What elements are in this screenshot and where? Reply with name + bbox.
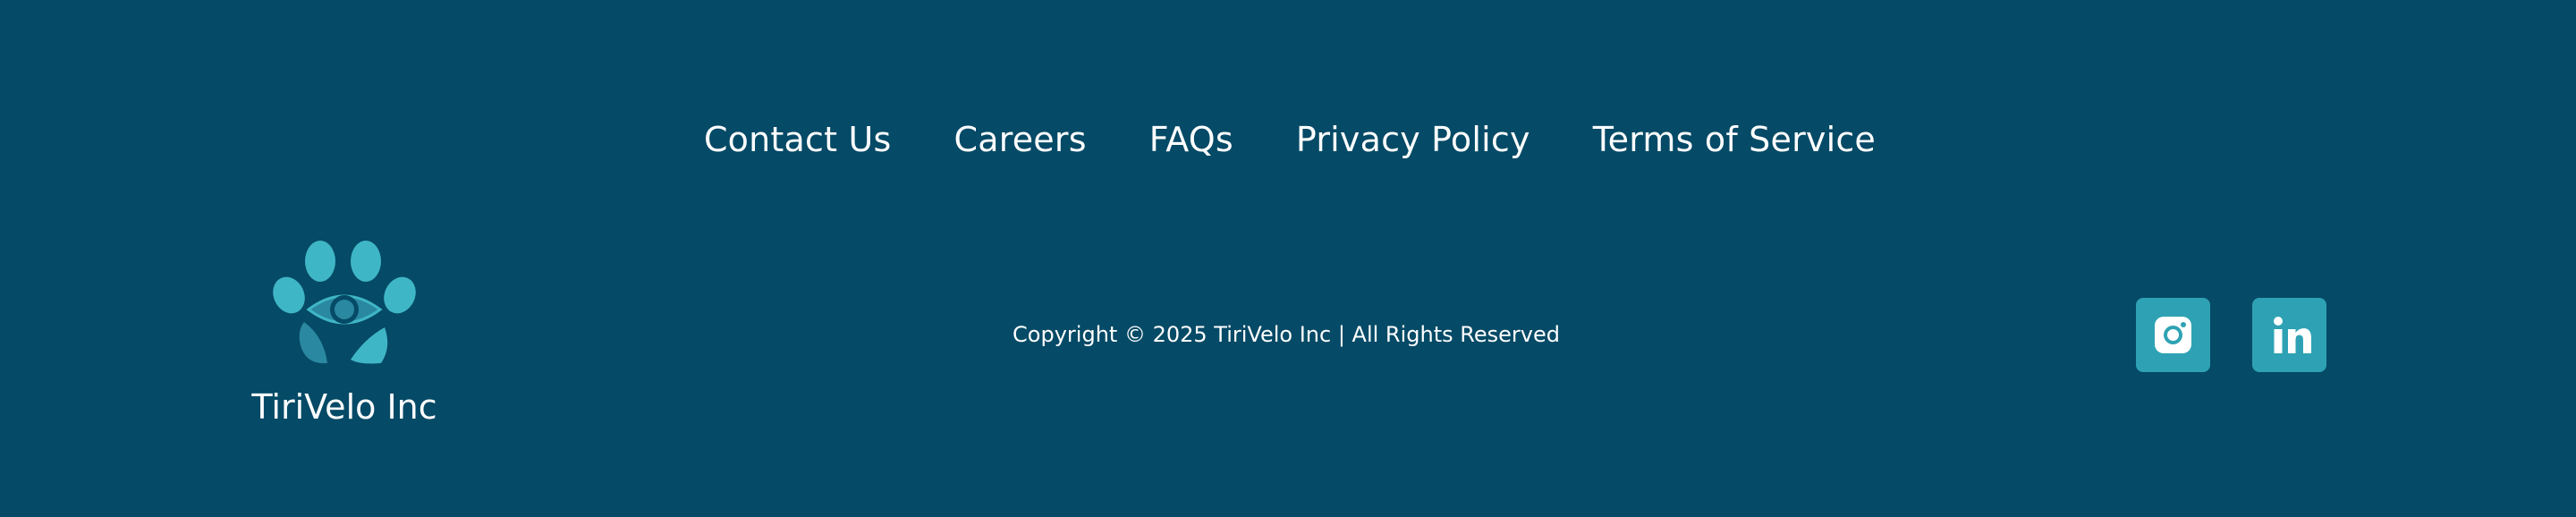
footer-nav: Contact Us Careers FAQs Privacy Policy T… [0, 114, 2576, 165]
linkedin-button[interactable] [2252, 298, 2326, 372]
nav-link-privacy-policy[interactable]: Privacy Policy [1296, 114, 1530, 165]
instagram-icon [2155, 317, 2191, 353]
nav-link-faqs[interactable]: FAQs [1149, 114, 1233, 165]
site-footer: Contact Us Careers FAQs Privacy Policy T… [0, 0, 2576, 517]
linkedin-icon [2274, 317, 2311, 353]
nav-link-terms-of-service[interactable]: Terms of Service [1593, 114, 1876, 165]
instagram-button[interactable] [2136, 298, 2210, 372]
nav-link-contact-us[interactable]: Contact Us [704, 114, 892, 165]
nav-link-careers[interactable]: Careers [954, 114, 1087, 165]
brand-name: TiriVelo Inc [251, 387, 437, 427]
